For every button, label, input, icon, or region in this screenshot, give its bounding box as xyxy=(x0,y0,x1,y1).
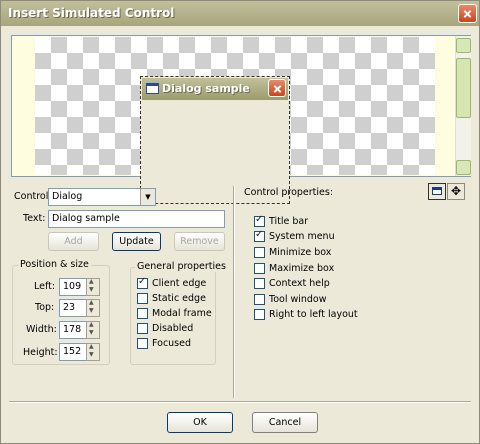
right-to-left-checkbox[interactable] xyxy=(254,309,265,320)
add-button[interactable]: Add xyxy=(48,232,99,251)
window-title: Insert Simulated Control xyxy=(8,6,175,20)
footer-divider xyxy=(9,401,471,403)
ok-button[interactable]: OK xyxy=(167,412,233,433)
top-input[interactable]: 23 xyxy=(59,299,87,317)
control-label: Control: xyxy=(14,191,52,202)
client-edge-checkbox[interactable] xyxy=(137,276,148,289)
text-input[interactable]: Dialog sample xyxy=(48,210,225,228)
update-button[interactable]: Update xyxy=(112,232,161,251)
tool-window-label: Tool window xyxy=(269,294,327,305)
window-icon xyxy=(146,83,159,94)
preview-dialog-titlebar: Dialog sample xyxy=(142,78,288,100)
width-input[interactable]: 178 xyxy=(59,321,87,339)
context-help-checkbox[interactable] xyxy=(254,278,265,289)
control-select[interactable]: Dialog ▼ xyxy=(48,188,156,206)
control-selected-value: Dialog xyxy=(52,191,83,202)
system-menu-checkbox[interactable] xyxy=(254,229,265,242)
top-spinner[interactable] xyxy=(86,299,100,317)
left-label: Left: xyxy=(34,281,56,292)
modal-frame-label: Modal frame xyxy=(152,308,212,319)
disabled-checkbox[interactable] xyxy=(137,323,148,334)
preview-area: Dialog sample xyxy=(11,35,471,204)
left-spinner[interactable] xyxy=(86,278,100,296)
system-menu-label: System menu xyxy=(269,231,335,242)
width-label: Width: xyxy=(26,324,57,335)
preview-dialog-title: Dialog sample xyxy=(162,82,250,95)
position-size-title: Position & size xyxy=(18,259,91,270)
height-input[interactable]: 152 xyxy=(59,343,87,361)
text-label: Text: xyxy=(23,213,46,224)
general-properties-title: General properties xyxy=(135,261,228,272)
move-icon[interactable]: ✥ xyxy=(447,183,465,200)
cancel-button[interactable]: Cancel xyxy=(252,412,318,433)
width-spinner[interactable] xyxy=(86,321,100,339)
preview-scrollbar[interactable] xyxy=(455,36,471,176)
maximize-box-label: Maximize box xyxy=(269,263,335,274)
remove-button[interactable]: Remove xyxy=(174,232,225,251)
height-spinner[interactable] xyxy=(86,343,100,361)
maximize-box-checkbox[interactable] xyxy=(254,263,265,274)
scroll-up-icon[interactable] xyxy=(456,38,471,53)
scroll-thumb[interactable] xyxy=(456,58,471,118)
disabled-label: Disabled xyxy=(152,323,194,334)
static-edge-checkbox[interactable] xyxy=(137,293,148,304)
insert-control-dialog: Insert Simulated Control Dialog sample C… xyxy=(0,0,480,444)
focused-label: Focused xyxy=(152,338,192,349)
control-properties-title: Control properties: xyxy=(244,187,334,198)
client-edge-label: Client edge xyxy=(152,278,207,289)
right-to-left-label: Right to left layout xyxy=(269,309,358,320)
context-help-label: Context help xyxy=(269,278,330,289)
preview-dialog[interactable]: Dialog sample xyxy=(140,76,290,204)
height-label: Height: xyxy=(23,347,58,358)
column-divider xyxy=(233,186,235,398)
tool-window-checkbox[interactable] xyxy=(254,294,265,305)
window-frame-icon[interactable] xyxy=(428,183,446,200)
title-bar-label: Title bar xyxy=(269,216,309,227)
close-icon[interactable] xyxy=(458,4,477,23)
scroll-down-icon[interactable] xyxy=(456,160,471,175)
static-edge-label: Static edge xyxy=(152,293,206,304)
close-icon xyxy=(268,79,286,97)
minimize-box-checkbox[interactable] xyxy=(254,247,265,258)
title-bar-checkbox[interactable] xyxy=(254,214,265,227)
modal-frame-checkbox[interactable] xyxy=(137,308,148,319)
minimize-box-label: Minimize box xyxy=(269,247,332,258)
focused-checkbox[interactable] xyxy=(137,338,148,349)
left-input[interactable]: 109 xyxy=(59,278,87,296)
title-bar: Insert Simulated Control xyxy=(1,1,479,26)
top-label: Top: xyxy=(35,302,55,313)
chevron-down-icon[interactable]: ▼ xyxy=(140,189,155,205)
